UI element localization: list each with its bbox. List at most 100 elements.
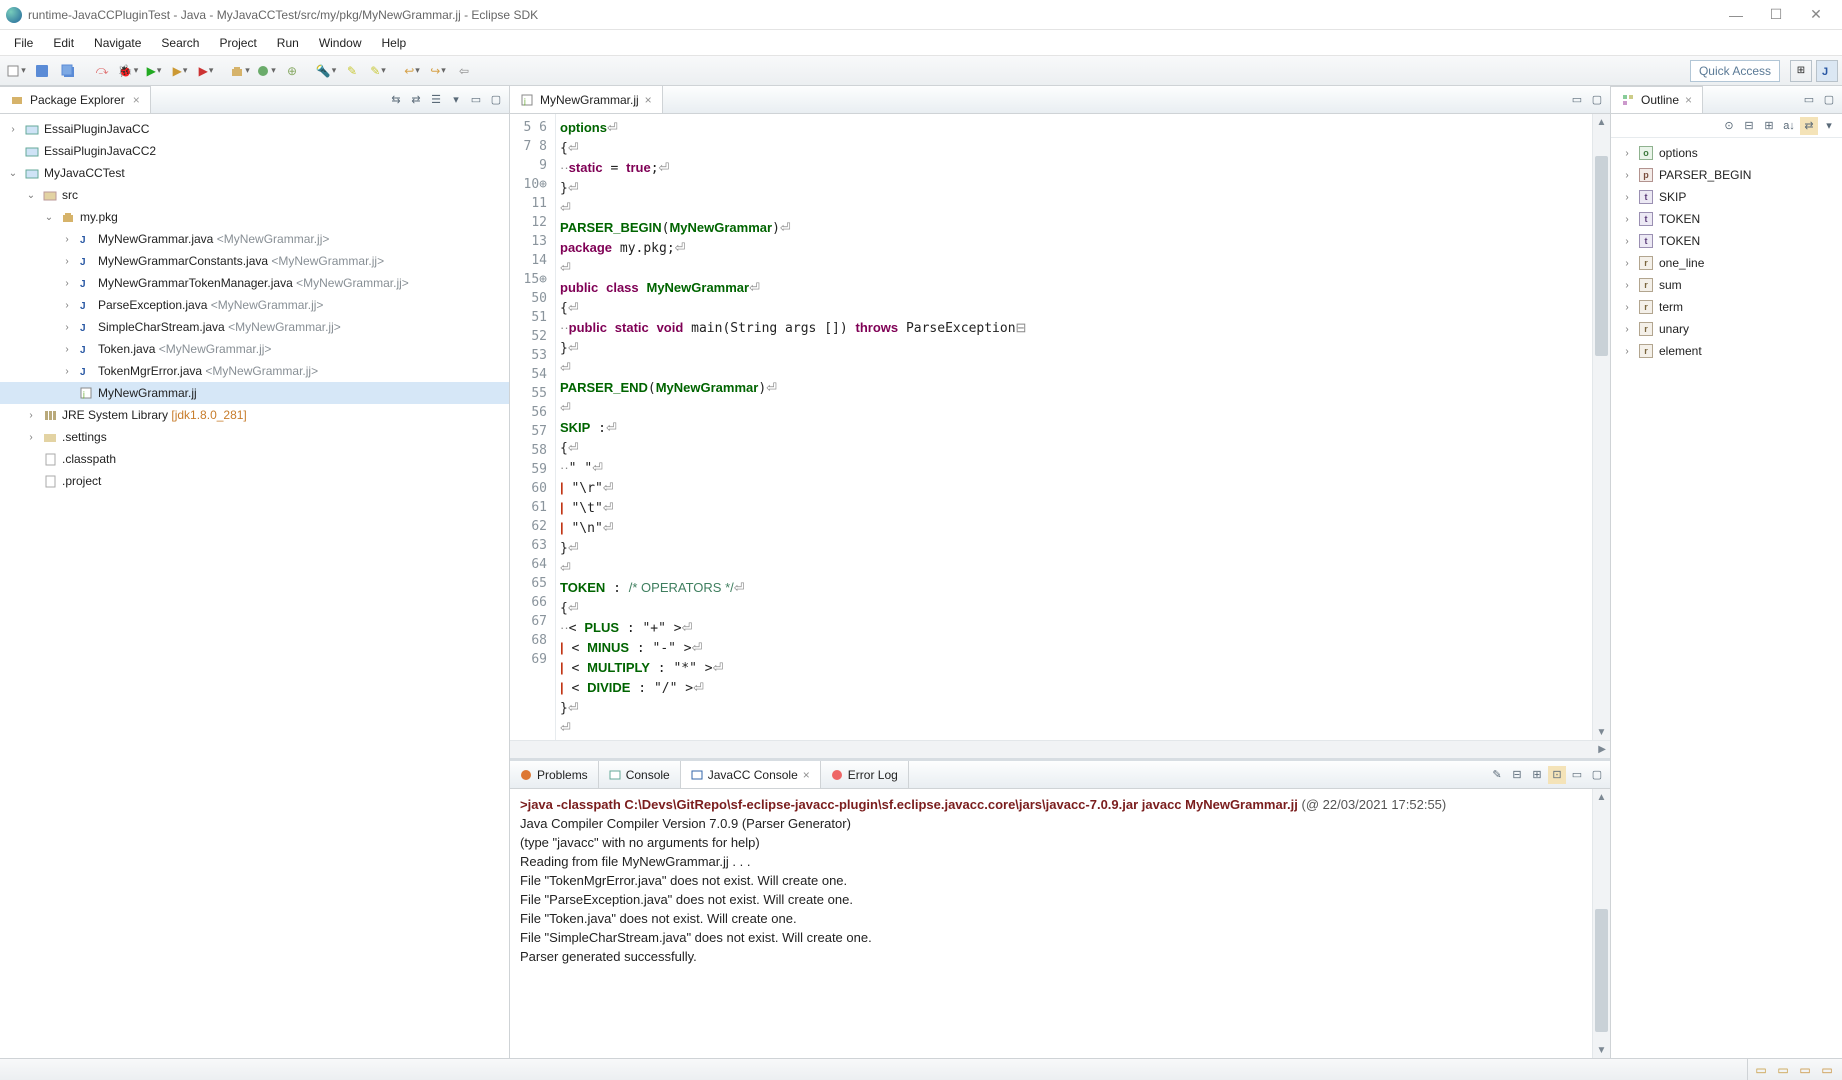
jj-file-selected[interactable]: j MyNewGrammar.jj [0, 382, 509, 404]
project-myjavacctest[interactable]: ⌄ MyJavaCCTest [0, 162, 509, 184]
collapse-all-button[interactable]: ⊟ [1740, 117, 1758, 135]
classpath-file[interactable]: .classpath [0, 448, 509, 470]
sort-button[interactable]: ⊞ [1760, 117, 1778, 135]
package-node[interactable]: ⌄ my.pkg [0, 206, 509, 228]
package-explorer-tree[interactable]: › EssaiPluginJavaCC EssaiPluginJavaCC2 ⌄… [0, 114, 509, 1058]
link-editor-button[interactable]: ⇄ [407, 91, 425, 109]
tab-error-log[interactable]: Error Log [821, 761, 909, 788]
status-shortcut-4[interactable]: ▭ [1818, 1062, 1836, 1078]
gutter[interactable]: 5 6 7 8 9 10⊕ 11 12 13 14 15⊕ 50 51 52 5… [510, 114, 556, 740]
tab-javacc-console[interactable]: JavaCC Console × [681, 761, 821, 788]
close-icon[interactable]: × [1685, 93, 1692, 107]
maximize-console-button[interactable]: ▢ [1588, 766, 1606, 784]
chevron-right-icon[interactable]: › [1621, 192, 1633, 203]
outline-item[interactable]: › p PARSER_BEGIN [1611, 164, 1842, 186]
java-file[interactable]: ›JMyNewGrammar.java <MyNewGrammar.jj> [0, 228, 509, 250]
chevron-right-icon[interactable]: › [1621, 236, 1633, 247]
tab-console[interactable]: Console [599, 761, 681, 788]
minimize-outline-button[interactable]: ▭ [1800, 91, 1818, 109]
maximize-outline-button[interactable]: ▢ [1820, 91, 1838, 109]
collapse-all-button[interactable]: ⇆ [387, 91, 405, 109]
status-shortcut-2[interactable]: ▭ [1774, 1062, 1792, 1078]
chevron-right-icon[interactable]: › [60, 344, 74, 355]
chevron-right-icon[interactable]: › [6, 124, 20, 135]
project-file[interactable]: .project [0, 470, 509, 492]
display-console-button[interactable]: ⊞ [1528, 766, 1546, 784]
java-perspective-button[interactable]: J [1816, 60, 1838, 82]
chevron-down-icon[interactable]: ⌄ [24, 190, 38, 201]
minimize-editor-button[interactable]: ▭ [1568, 91, 1586, 109]
scroll-thumb[interactable] [1595, 156, 1608, 356]
code-editor[interactable]: 5 6 7 8 9 10⊕ 11 12 13 14 15⊕ 50 51 52 5… [510, 114, 1592, 740]
outline-item[interactable]: › r term [1611, 296, 1842, 318]
chevron-right-icon[interactable]: › [1621, 302, 1633, 313]
chevron-down-icon[interactable]: ⌄ [42, 212, 56, 223]
menu-help[interactable]: Help [372, 30, 417, 55]
link-button[interactable]: ⇄ [1800, 117, 1818, 135]
jre-library[interactable]: › JRE System Library [jdk1.8.0_281] [0, 404, 509, 426]
chevron-right-icon[interactable]: › [1621, 214, 1633, 225]
menu-edit[interactable]: Edit [43, 30, 84, 55]
java-file[interactable]: ›JTokenMgrError.java <MyNewGrammar.jj> [0, 360, 509, 382]
outline-tab[interactable]: Outline × [1611, 86, 1703, 113]
project-essai1[interactable]: › EssaiPluginJavaCC [0, 118, 509, 140]
chevron-right-icon[interactable]: › [1621, 324, 1633, 335]
menu-navigate[interactable]: Navigate [84, 30, 151, 55]
close-icon[interactable]: × [645, 93, 652, 107]
project-essai2[interactable]: EssaiPluginJavaCC2 [0, 140, 509, 162]
toggle-mark-button[interactable]: ✎ [340, 60, 364, 82]
chevron-right-icon[interactable]: › [24, 432, 38, 443]
java-file[interactable]: ›JToken.java <MyNewGrammar.jj> [0, 338, 509, 360]
outline-item[interactable]: › r one_line [1611, 252, 1842, 274]
status-shortcut-1[interactable]: ▭ [1752, 1062, 1770, 1078]
scroll-up-icon[interactable]: ▲ [1593, 114, 1610, 130]
scroll-right-icon[interactable]: ▶ [1598, 744, 1606, 755]
maximize-editor-button[interactable]: ▢ [1588, 91, 1606, 109]
new-class-button[interactable] [254, 60, 278, 82]
quick-access-field[interactable]: Quick Access [1690, 60, 1780, 82]
editor-vscrollbar[interactable]: ▲ ▼ [1592, 114, 1610, 740]
outline-item[interactable]: › t TOKEN [1611, 208, 1842, 230]
new-button[interactable] [4, 60, 28, 82]
clear-console-button[interactable]: ✎ [1488, 766, 1506, 784]
chevron-right-icon[interactable]: › [1621, 280, 1633, 291]
src-folder[interactable]: ⌄ src [0, 184, 509, 206]
view-menu-button[interactable]: ▾ [447, 91, 465, 109]
menu-search[interactable]: Search [151, 30, 209, 55]
chevron-right-icon[interactable]: › [60, 256, 74, 267]
save-button[interactable] [30, 60, 54, 82]
annotations-button[interactable]: ✎ [366, 60, 390, 82]
scroll-down-icon[interactable]: ▼ [1593, 724, 1610, 740]
menu-window[interactable]: Window [309, 30, 372, 55]
minimize-console-button[interactable]: ▭ [1568, 766, 1586, 784]
open-perspective-button[interactable]: ⊞ [1790, 60, 1812, 82]
menu-file[interactable]: File [4, 30, 43, 55]
chevron-right-icon[interactable]: › [1621, 148, 1633, 159]
chevron-right-icon[interactable]: › [60, 278, 74, 289]
chevron-right-icon[interactable]: › [60, 234, 74, 245]
chevron-down-icon[interactable]: ⌄ [6, 168, 20, 179]
menu-run[interactable]: Run [267, 30, 309, 55]
editor-hscrollbar[interactable]: ▶ [510, 740, 1610, 758]
java-file[interactable]: ›JMyNewGrammarTokenManager.java <MyNewGr… [0, 272, 509, 294]
menu-project[interactable]: Project [209, 30, 266, 55]
chevron-right-icon[interactable]: › [1621, 258, 1633, 269]
java-file[interactable]: ›JSimpleCharStream.java <MyNewGrammar.jj… [0, 316, 509, 338]
console-vscrollbar[interactable]: ▲ ▼ [1592, 789, 1610, 1058]
hide-fields-button[interactable]: a↓ [1780, 117, 1798, 135]
close-icon[interactable]: × [133, 93, 140, 107]
outline-item[interactable]: › t SKIP [1611, 186, 1842, 208]
debug-button[interactable]: 🐞 [116, 60, 140, 82]
java-file[interactable]: ›JParseException.java <MyNewGrammar.jj> [0, 294, 509, 316]
outline-tree[interactable]: › o options › p PARSER_BEGIN › t SKIP › … [1611, 138, 1842, 1058]
focus-button[interactable]: ☰ [427, 91, 445, 109]
code-text[interactable]: options⏎ {⏎ ··static = true;⏎ }⏎ ⏎ PARSE… [556, 114, 1592, 740]
settings-folder[interactable]: › .settings [0, 426, 509, 448]
outline-item[interactable]: › r unary [1611, 318, 1842, 340]
tab-problems[interactable]: Problems [510, 761, 599, 788]
open-type-button[interactable]: ⊕ [280, 60, 304, 82]
chevron-right-icon[interactable]: › [60, 366, 74, 377]
skip-breakpoints-button[interactable]: ⤼ [90, 60, 114, 82]
editor-tab-mynewgrammar[interactable]: j MyNewGrammar.jj × [510, 86, 663, 113]
ext-tools-button[interactable]: ▶ [194, 60, 218, 82]
